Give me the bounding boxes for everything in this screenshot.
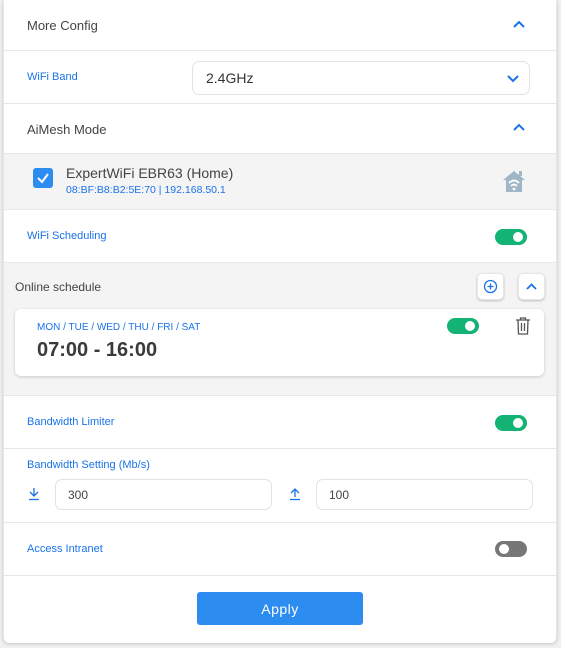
toggle-knob <box>513 232 523 242</box>
trash-icon[interactable] <box>515 317 531 335</box>
apply-button[interactable]: Apply <box>197 592 363 625</box>
schedule-toggle[interactable] <box>447 318 479 334</box>
wifi-scheduling-label: WiFi Scheduling <box>27 230 107 242</box>
wifi-scheduling-row: WiFi Scheduling <box>4 210 556 263</box>
check-icon <box>37 173 49 184</box>
more-config-title: More Config <box>27 18 98 33</box>
access-intranet-label: Access Intranet <box>27 543 103 555</box>
upload-input[interactable]: 100 <box>316 479 533 510</box>
bandwidth-limiter-row: Bandwidth Limiter <box>4 396 556 449</box>
device-checkbox[interactable] <box>33 168 53 188</box>
chevron-down-icon <box>507 75 519 83</box>
device-name: ExpertWiFi EBR63 (Home) <box>66 165 234 181</box>
bandwidth-limiter-label: Bandwidth Limiter <box>27 416 115 428</box>
device-details: 08:BF:B8:B2:5E:70 | 192.168.50.1 <box>66 184 226 196</box>
aimesh-device-row <box>4 154 556 210</box>
schedule-item[interactable]: MON / TUE / WED / THU / FRI / SAT 07:00 … <box>15 309 544 376</box>
chevron-up-icon[interactable] <box>513 123 525 131</box>
toggle-knob <box>499 544 509 554</box>
schedule-days: MON / TUE / WED / THU / FRI / SAT <box>37 322 201 333</box>
schedule-time: 07:00 - 16:00 <box>37 339 158 361</box>
more-config-header[interactable]: More Config <box>4 0 556 51</box>
access-intranet-toggle[interactable] <box>495 541 527 557</box>
home-wifi-icon <box>503 171 525 192</box>
plus-circle-icon <box>483 279 498 294</box>
toggle-knob <box>465 321 475 331</box>
access-intranet-row: Access Intranet <box>4 523 556 576</box>
aimesh-header[interactable]: AiMesh Mode <box>4 104 556 154</box>
settings-card: More Config WiFi Band 2.4GHz AiMesh Mode… <box>3 0 557 643</box>
download-input[interactable]: 300 <box>55 479 272 510</box>
bandwidth-setting-label: Bandwidth Setting (Mb/s) <box>27 459 150 471</box>
online-schedule-title: Online schedule <box>15 280 102 294</box>
aimesh-title: AiMesh Mode <box>27 122 107 137</box>
wifi-band-value: 2.4GHz <box>206 70 254 86</box>
bandwidth-setting-row: Bandwidth Setting (Mb/s) 300 100 <box>4 449 556 523</box>
chevron-up-icon[interactable] <box>513 20 525 28</box>
download-icon <box>29 488 39 501</box>
wifi-scheduling-toggle[interactable] <box>495 229 527 245</box>
toggle-knob <box>513 418 523 428</box>
add-schedule-button[interactable] <box>477 273 504 300</box>
wifi-band-label: WiFi Band <box>27 71 78 83</box>
collapse-schedule-button[interactable] <box>518 273 545 300</box>
wifi-band-select[interactable]: 2.4GHz <box>192 61 530 95</box>
bandwidth-limiter-toggle[interactable] <box>495 415 527 431</box>
chevron-up-icon <box>526 283 537 290</box>
upload-icon <box>290 488 300 501</box>
